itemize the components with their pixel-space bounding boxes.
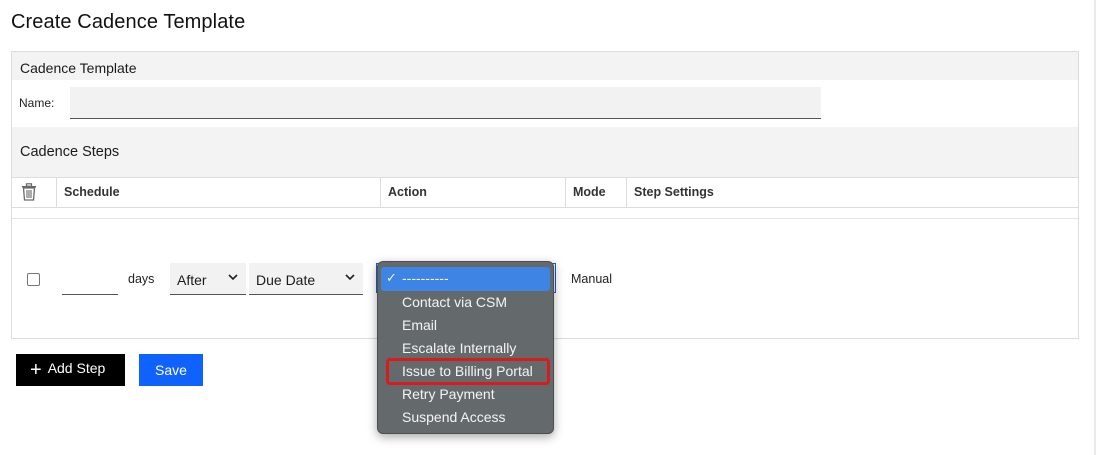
action-dropdown-menu: ✓ ---------- Contact via CSM Email Escal… — [377, 261, 554, 434]
steps-table-header: Schedule Action Mode Step Settings — [12, 177, 1078, 208]
checkmark-icon: ✓ — [386, 270, 397, 285]
plus-icon: + — [30, 358, 42, 381]
timing-select-value: After — [177, 272, 207, 288]
section-header-steps: Cadence Steps — [12, 127, 1078, 177]
timing-select[interactable]: After — [170, 263, 246, 295]
action-option-email[interactable]: Email — [378, 314, 553, 337]
save-button[interactable]: Save — [139, 354, 203, 386]
action-option-issue-to-billing-portal[interactable]: Issue to Billing Portal — [386, 358, 550, 385]
action-option-suspend-access[interactable]: Suspend Access — [378, 406, 553, 429]
trash-icon — [22, 183, 36, 201]
page-title: Create Cadence Template — [11, 11, 246, 33]
action-option-none[interactable]: ✓ ---------- — [381, 267, 550, 291]
chevron-down-icon — [345, 274, 355, 281]
section-header-template: Cadence Template — [12, 52, 1078, 80]
row-select-checkbox[interactable] — [27, 273, 40, 286]
name-input[interactable] — [70, 87, 821, 119]
chevron-down-icon — [228, 274, 238, 281]
name-label: Name: — [19, 96, 55, 110]
column-header-schedule: Schedule — [56, 178, 380, 207]
action-option-contact-via-csm[interactable]: Contact via CSM — [378, 291, 553, 314]
name-row: Name: — [12, 80, 1078, 127]
add-step-label: Add Step — [47, 359, 106, 376]
delete-column-header[interactable] — [12, 178, 56, 207]
column-header-step-settings: Step Settings — [626, 178, 1078, 207]
reference-date-select-value: Due Date — [256, 272, 316, 288]
reference-date-select[interactable]: Due Date — [249, 263, 363, 295]
days-label: days — [128, 272, 155, 286]
column-header-action: Action — [380, 178, 565, 207]
action-option-escalate-internally[interactable]: Escalate Internally — [378, 337, 553, 360]
days-input[interactable] — [62, 263, 118, 295]
add-step-button[interactable]: + Add Step — [16, 354, 125, 386]
action-option-label: ---------- — [402, 270, 449, 286]
column-header-mode: Mode — [565, 178, 626, 207]
mode-value: Manual — [571, 272, 612, 286]
action-option-retry-payment[interactable]: Retry Payment — [378, 383, 553, 406]
